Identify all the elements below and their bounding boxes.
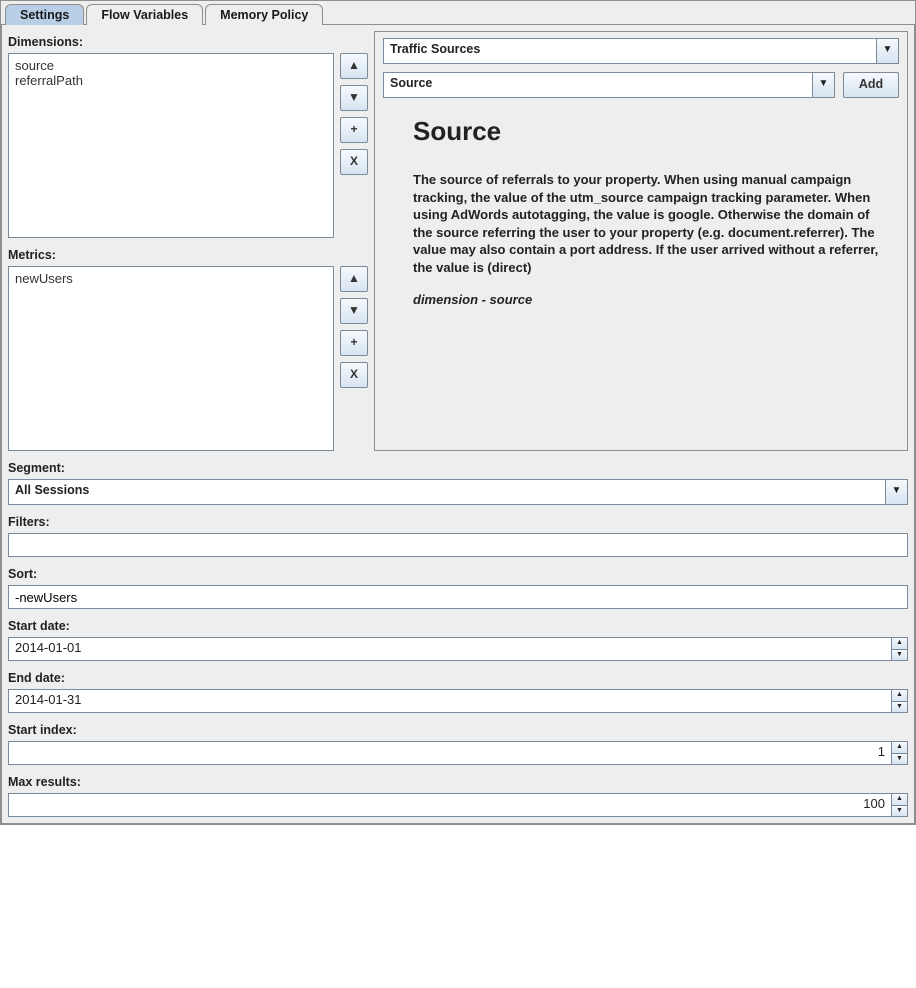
detail-title: Source [413,116,889,147]
chevron-down-icon[interactable]: ▼ [885,480,907,504]
end-date-label: End date: [8,671,908,685]
max-results-label: Max results: [8,775,908,789]
sort-label: Sort: [8,567,908,581]
metrics-label: Metrics: [8,248,368,262]
dimensions-move-down-button[interactable]: ▼ [340,85,368,111]
end-date-spinner[interactable]: 2014-01-31 ▲ ▼ [8,689,908,713]
dimensions-add-button[interactable]: + [340,117,368,143]
category-combo[interactable]: Traffic Sources ▼ [383,38,899,64]
detail-description: The source of referrals to your property… [413,171,889,276]
metrics-remove-button[interactable]: X [340,362,368,388]
chevron-down-icon[interactable]: ▼ [812,73,834,97]
spinner-up-icon[interactable]: ▲ [892,638,907,650]
settings-panel: Dimensions: source referralPath ▲ ▼ + X … [1,24,915,824]
metrics-move-up-button[interactable]: ▲ [340,266,368,292]
spinner-down-icon[interactable]: ▼ [892,650,907,661]
start-index-value[interactable]: 1 [9,742,891,764]
segment-combo[interactable]: All Sessions ▼ [8,479,908,505]
start-date-value[interactable]: 2014-01-01 [9,638,891,660]
filters-label: Filters: [8,515,908,529]
tab-flow-variables[interactable]: Flow Variables [86,4,203,25]
metrics-move-down-button[interactable]: ▼ [340,298,368,324]
spinner-up-icon[interactable]: ▲ [892,690,907,702]
start-index-label: Start index: [8,723,908,737]
segment-label: Segment: [8,461,908,475]
detail-meta: dimension - source [413,292,889,307]
spinner-down-icon[interactable]: ▼ [892,702,907,713]
chevron-down-icon[interactable]: ▼ [876,39,898,63]
dimensions-remove-button[interactable]: X [340,149,368,175]
item-combo[interactable]: Source ▼ [383,72,835,98]
settings-dialog: Settings Flow Variables Memory Policy Di… [0,0,916,825]
max-results-value[interactable]: 100 [9,794,891,816]
tab-settings[interactable]: Settings [5,4,84,25]
dimensions-move-up-button[interactable]: ▲ [340,53,368,79]
picker-panel: Traffic Sources ▼ Source ▼ Add Source Th… [374,31,908,451]
dimensions-label: Dimensions: [8,35,368,49]
item-combo-text: Source [384,73,812,97]
tab-memory-policy[interactable]: Memory Policy [205,4,323,25]
detail-panel: Source The source of referrals to your p… [383,106,899,311]
filters-input[interactable] [8,533,908,557]
dimensions-listbox[interactable]: source referralPath [8,53,334,238]
spinner-up-icon[interactable]: ▲ [892,742,907,754]
category-combo-text: Traffic Sources [384,39,876,63]
start-date-spinner[interactable]: 2014-01-01 ▲ ▼ [8,637,908,661]
segment-combo-text: All Sessions [9,480,885,504]
spinner-down-icon[interactable]: ▼ [892,806,907,817]
start-date-label: Start date: [8,619,908,633]
metrics-add-button[interactable]: + [340,330,368,356]
max-results-spinner[interactable]: 100 ▲ ▼ [8,793,908,817]
start-index-spinner[interactable]: 1 ▲ ▼ [8,741,908,765]
metrics-listbox[interactable]: newUsers [8,266,334,451]
spinner-up-icon[interactable]: ▲ [892,794,907,806]
spinner-down-icon[interactable]: ▼ [892,754,907,765]
tab-bar: Settings Flow Variables Memory Policy [1,1,915,24]
end-date-value[interactable]: 2014-01-31 [9,690,891,712]
sort-input[interactable] [8,585,908,609]
add-button[interactable]: Add [843,72,899,98]
